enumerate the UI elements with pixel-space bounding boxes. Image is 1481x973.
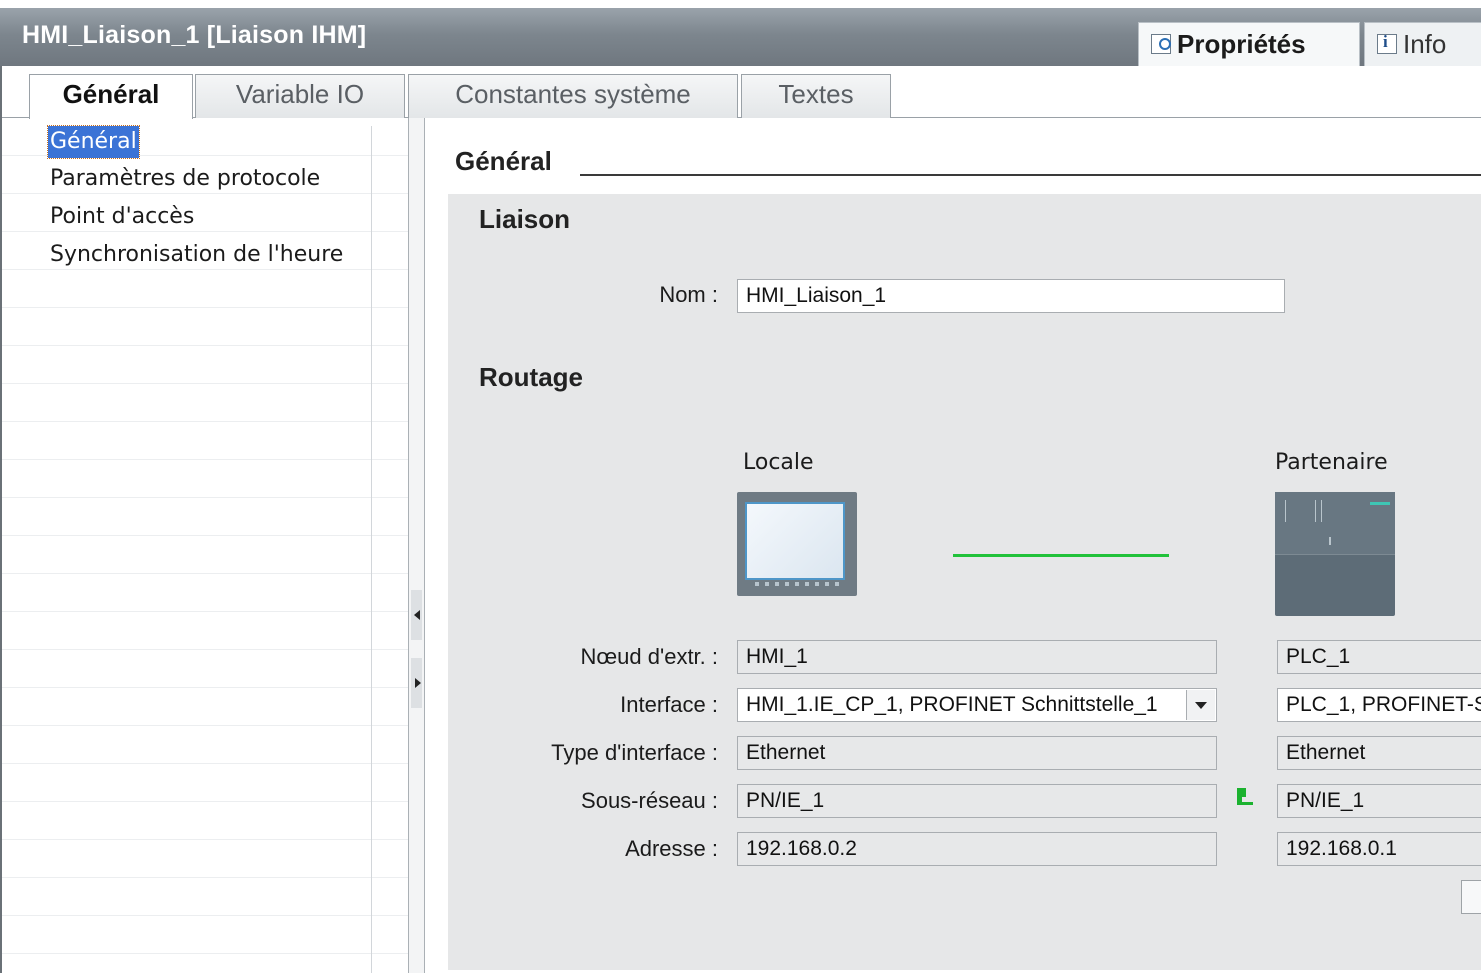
partial-button[interactable] (1461, 880, 1481, 914)
plc-slot-line (1315, 500, 1316, 522)
properties-tab-row: Général Variable IO Constantes système T… (0, 66, 1481, 119)
local-address-field: 192.168.0.2 (737, 832, 1217, 866)
tab-info-label: Info (1403, 29, 1447, 59)
partner-address-field: 192.168.0.1 (1277, 832, 1481, 866)
nav-column-separator (371, 126, 372, 973)
properties-icon (1151, 34, 1171, 54)
plc-device-icon (1275, 492, 1395, 616)
collapse-left-handle[interactable] (411, 590, 422, 640)
interface-type-label: Type d'interface : (551, 740, 718, 765)
address-label: Adresse : (625, 836, 718, 861)
left-navigation: Général Paramètres de protocole Point d'… (0, 118, 408, 973)
local-interface-value: HMI_1.IE_CP_1, PROFINET Schnittstelle_1 (746, 693, 1158, 716)
partner-interface-type-field: Ethernet (1277, 736, 1481, 770)
plc-slot-line (1321, 500, 1322, 522)
partner-interface-select[interactable]: PLC_1, PROFINET-S (1277, 688, 1481, 722)
arrow-right-icon (415, 678, 421, 688)
nav-item-general[interactable]: Général (47, 125, 140, 159)
tab-variable-io[interactable]: Variable IO (195, 74, 405, 118)
hmi-device-icon (737, 492, 857, 596)
interface-label: Interface : (620, 692, 718, 717)
local-interface-select[interactable]: HMI_1.IE_CP_1, PROFINET Schnittstelle_1 (737, 688, 1217, 722)
panel-splitter[interactable] (408, 118, 425, 973)
partner-column-header: Partenaire (1275, 450, 1388, 475)
subnet-icon-base (1237, 802, 1253, 805)
chevron-down-icon[interactable] (1186, 690, 1215, 720)
subnet-connected-icon (1237, 788, 1253, 806)
partner-subnet-field: PN/IE_1 (1277, 784, 1481, 818)
nav-item-protocol-parameters[interactable]: Paramètres de protocole (50, 163, 320, 195)
plc-slot-line (1285, 500, 1286, 522)
tab-general-label: Général (62, 79, 160, 109)
routing-heading: Routage (479, 362, 583, 392)
section-title: Général (455, 146, 552, 176)
node-label: Nœud d'extr. : (580, 644, 718, 669)
plc-status-led (1370, 502, 1390, 505)
plc-divider (1275, 554, 1395, 555)
partner-node-field: PLC_1 (1277, 640, 1481, 674)
local-subnet-field: PN/IE_1 (737, 784, 1217, 818)
hmi-screen (745, 502, 845, 580)
tab-general[interactable]: Général (29, 74, 193, 119)
tab-texts[interactable]: Textes (741, 74, 891, 118)
connection-heading: Liaison (479, 204, 571, 234)
plc-indicator (1329, 537, 1331, 545)
connection-panel: Liaison Nom : HMI_Liaison_1 Routage Loca… (448, 194, 1481, 970)
tab-properties-label: Propriétés (1177, 29, 1306, 59)
tab-system-constants-label: Constantes système (455, 79, 691, 109)
subnet-label: Sous-réseau : (581, 788, 718, 813)
arrow-left-icon (414, 610, 420, 620)
local-node-field: HMI_1 (737, 640, 1217, 674)
tab-system-constants[interactable]: Constantes système (408, 74, 738, 118)
name-input[interactable]: HMI_Liaison_1 (737, 279, 1285, 313)
section-rule (580, 174, 1481, 176)
connection-line (953, 554, 1169, 557)
name-label: Nom : (659, 282, 718, 307)
tab-variable-io-label: Variable IO (235, 79, 365, 109)
expand-right-handle[interactable] (411, 658, 422, 708)
main-content: Général Liaison Nom : HMI_Liaison_1 Rout… (425, 118, 1481, 973)
hmi-keys (755, 582, 841, 586)
window-title: HMI_Liaison_1 [Liaison IHM] (22, 21, 367, 49)
window-title-bar: HMI_Liaison_1 [Liaison IHM] Propriétés I… (0, 8, 1481, 74)
local-column-header: Locale (743, 450, 814, 475)
tab-texts-label: Textes (778, 79, 854, 109)
local-interface-type-field: Ethernet (737, 736, 1217, 770)
info-icon (1377, 32, 1397, 54)
nav-item-time-sync[interactable]: Synchronisation de l'heure (50, 239, 343, 271)
nav-item-access-point[interactable]: Point d'accès (50, 201, 194, 233)
